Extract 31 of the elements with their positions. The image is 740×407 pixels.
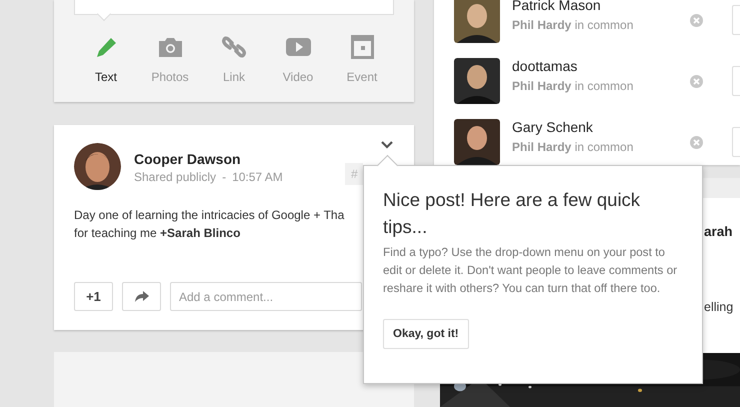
tip-text: Find a typo? Use the drop-down menu on your post to edit or delete it. Don't want people to leave comments or reshare it with others? You can turn that off there too. xyxy=(383,244,678,297)
chevron-down-icon[interactable] xyxy=(381,141,393,149)
video-icon xyxy=(286,37,310,57)
avatar[interactable] xyxy=(74,143,121,190)
post-input-field[interactable] xyxy=(74,0,394,15)
calendar-icon xyxy=(350,35,374,59)
dismiss-button[interactable]: Okay, got it! xyxy=(383,319,469,349)
person-name[interactable]: Gary Schenk xyxy=(512,119,634,135)
author-name[interactable]: Cooper Dawson xyxy=(134,151,283,167)
post-text: Day one of learning the intricacies of Google + Tha xyxy=(74,207,346,224)
mutual-friends-text: Phil Hardy in common xyxy=(512,140,634,154)
person-name[interactable]: doottamas xyxy=(512,58,634,74)
close-icon[interactable] xyxy=(690,75,703,88)
close-icon[interactable] xyxy=(690,136,703,149)
visibility-label: Shared publicly xyxy=(134,170,216,184)
mutual-friends-text: Phil Hardy in common xyxy=(512,79,634,93)
plus-one-button[interactable]: +1 xyxy=(74,282,113,311)
camera-icon xyxy=(158,36,182,58)
share-icon xyxy=(134,291,148,302)
share-type-tab[interactable]: Text xyxy=(74,34,138,84)
post-text: arah xyxy=(704,224,733,239)
share-button[interactable] xyxy=(122,282,161,311)
tip-title: Nice post! Here are a few quick tips... xyxy=(383,188,642,239)
comment-field[interactable]: Add a comment... xyxy=(170,282,362,311)
link-icon xyxy=(222,35,246,59)
pencil-icon xyxy=(94,35,118,59)
person-name[interactable]: Patrick Mason xyxy=(512,0,634,13)
post-text: elling xyxy=(704,300,734,314)
separator: - xyxy=(222,170,226,184)
close-icon[interactable] xyxy=(690,14,703,27)
mutual-friends-text: Phil Hardy in common xyxy=(512,18,634,32)
